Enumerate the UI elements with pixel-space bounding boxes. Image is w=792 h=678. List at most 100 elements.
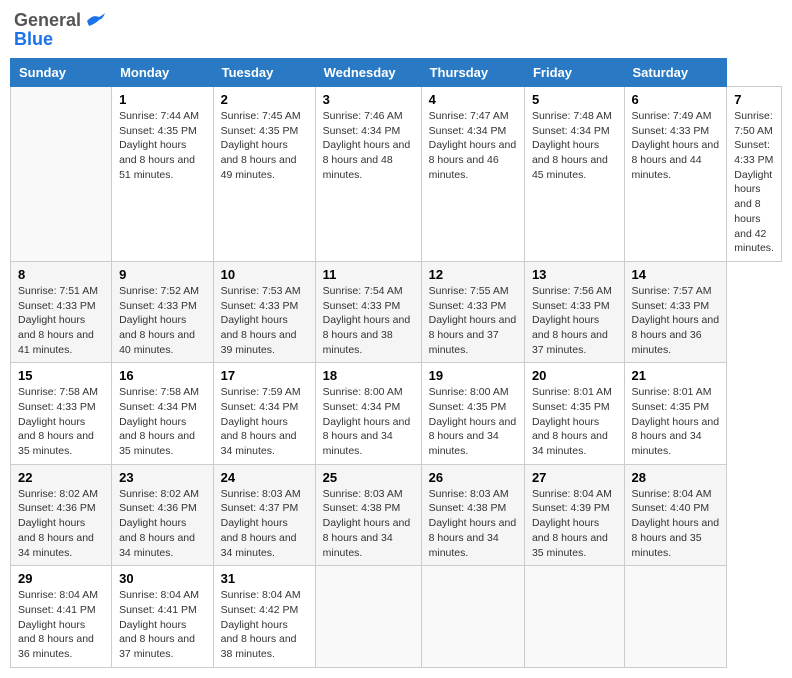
calendar-cell: 26 Sunrise: 8:03 AMSunset: 4:38 PMDaylig… [421,464,524,565]
day-info: Sunrise: 7:53 AMSunset: 4:33 PMDaylight … [221,285,301,356]
calendar-cell: 13 Sunrise: 7:56 AMSunset: 4:33 PMDaylig… [524,261,624,362]
day-info: Sunrise: 7:58 AMSunset: 4:33 PMDaylight … [18,386,98,457]
day-info: Sunrise: 7:47 AMSunset: 4:34 PMDaylight … [429,110,517,181]
day-number: 8 [18,267,104,282]
day-info: Sunrise: 7:56 AMSunset: 4:33 PMDaylight … [532,285,612,356]
calendar-cell: 25 Sunrise: 8:03 AMSunset: 4:38 PMDaylig… [315,464,421,565]
calendar-cell: 1 Sunrise: 7:44 AMSunset: 4:35 PMDayligh… [112,87,214,262]
calendar-week-2: 8 Sunrise: 7:51 AMSunset: 4:33 PMDayligh… [11,261,782,362]
day-info: Sunrise: 7:50 AMSunset: 4:33 PMDaylight … [734,110,774,254]
day-info: Sunrise: 8:01 AMSunset: 4:35 PMDaylight … [532,386,612,457]
weekday-header-monday: Monday [112,59,214,87]
calendar-week-3: 15 Sunrise: 7:58 AMSunset: 4:33 PMDaylig… [11,363,782,464]
day-number: 28 [632,470,720,485]
calendar-cell: 29 Sunrise: 8:04 AMSunset: 4:41 PMDaylig… [11,566,112,667]
weekday-header-friday: Friday [524,59,624,87]
day-number: 5 [532,92,617,107]
day-info: Sunrise: 8:02 AMSunset: 4:36 PMDaylight … [18,488,98,559]
day-number: 22 [18,470,104,485]
day-number: 31 [221,571,308,586]
day-info: Sunrise: 8:00 AMSunset: 4:34 PMDaylight … [323,386,411,457]
calendar-cell: 3 Sunrise: 7:46 AMSunset: 4:34 PMDayligh… [315,87,421,262]
calendar-cell: 23 Sunrise: 8:02 AMSunset: 4:36 PMDaylig… [112,464,214,565]
day-number: 10 [221,267,308,282]
day-number: 3 [323,92,414,107]
logo-general: General [14,10,81,31]
logo-blue: Blue [14,29,53,49]
day-number: 17 [221,368,308,383]
day-number: 30 [119,571,206,586]
calendar-cell: 9 Sunrise: 7:52 AMSunset: 4:33 PMDayligh… [112,261,214,362]
calendar-cell [524,566,624,667]
day-info: Sunrise: 8:04 AMSunset: 4:40 PMDaylight … [632,488,720,559]
weekday-header-sunday: Sunday [11,59,112,87]
calendar-cell: 20 Sunrise: 8:01 AMSunset: 4:35 PMDaylig… [524,363,624,464]
day-info: Sunrise: 7:52 AMSunset: 4:33 PMDaylight … [119,285,199,356]
calendar-cell [315,566,421,667]
calendar-cell: 15 Sunrise: 7:58 AMSunset: 4:33 PMDaylig… [11,363,112,464]
day-number: 7 [734,92,774,107]
calendar-cell: 18 Sunrise: 8:00 AMSunset: 4:34 PMDaylig… [315,363,421,464]
calendar-cell: 11 Sunrise: 7:54 AMSunset: 4:33 PMDaylig… [315,261,421,362]
day-number: 21 [632,368,720,383]
weekday-header-tuesday: Tuesday [213,59,315,87]
day-number: 25 [323,470,414,485]
calendar-cell: 27 Sunrise: 8:04 AMSunset: 4:39 PMDaylig… [524,464,624,565]
calendar-cell: 4 Sunrise: 7:47 AMSunset: 4:34 PMDayligh… [421,87,524,262]
day-number: 27 [532,470,617,485]
weekday-header-thursday: Thursday [421,59,524,87]
day-number: 12 [429,267,517,282]
day-number: 2 [221,92,308,107]
calendar-cell: 12 Sunrise: 7:55 AMSunset: 4:33 PMDaylig… [421,261,524,362]
calendar-cell: 22 Sunrise: 8:02 AMSunset: 4:36 PMDaylig… [11,464,112,565]
day-number: 6 [632,92,720,107]
calendar-cell [11,87,112,262]
day-info: Sunrise: 7:54 AMSunset: 4:33 PMDaylight … [323,285,411,356]
day-info: Sunrise: 8:03 AMSunset: 4:37 PMDaylight … [221,488,301,559]
day-number: 24 [221,470,308,485]
calendar-table: SundayMondayTuesdayWednesdayThursdayFrid… [10,58,782,668]
day-number: 13 [532,267,617,282]
weekday-header-saturday: Saturday [624,59,727,87]
calendar-cell [421,566,524,667]
calendar-cell: 21 Sunrise: 8:01 AMSunset: 4:35 PMDaylig… [624,363,727,464]
day-info: Sunrise: 7:57 AMSunset: 4:33 PMDaylight … [632,285,720,356]
day-info: Sunrise: 8:01 AMSunset: 4:35 PMDaylight … [632,386,720,457]
calendar-cell [624,566,727,667]
day-info: Sunrise: 7:59 AMSunset: 4:34 PMDaylight … [221,386,301,457]
day-info: Sunrise: 7:58 AMSunset: 4:34 PMDaylight … [119,386,199,457]
day-number: 15 [18,368,104,383]
calendar-cell: 8 Sunrise: 7:51 AMSunset: 4:33 PMDayligh… [11,261,112,362]
calendar-cell: 28 Sunrise: 8:04 AMSunset: 4:40 PMDaylig… [624,464,727,565]
day-info: Sunrise: 8:04 AMSunset: 4:42 PMDaylight … [221,589,301,660]
logo: General Blue [14,10,107,50]
day-info: Sunrise: 7:48 AMSunset: 4:34 PMDaylight … [532,110,612,181]
page-header: General Blue [10,10,782,50]
calendar-cell: 24 Sunrise: 8:03 AMSunset: 4:37 PMDaylig… [213,464,315,565]
day-info: Sunrise: 8:04 AMSunset: 4:41 PMDaylight … [119,589,199,660]
calendar-cell: 31 Sunrise: 8:04 AMSunset: 4:42 PMDaylig… [213,566,315,667]
day-number: 23 [119,470,206,485]
calendar-cell: 19 Sunrise: 8:00 AMSunset: 4:35 PMDaylig… [421,363,524,464]
calendar-cell: 16 Sunrise: 7:58 AMSunset: 4:34 PMDaylig… [112,363,214,464]
calendar-week-5: 29 Sunrise: 8:04 AMSunset: 4:41 PMDaylig… [11,566,782,667]
day-number: 4 [429,92,517,107]
calendar-body: 1 Sunrise: 7:44 AMSunset: 4:35 PMDayligh… [11,87,782,668]
day-number: 18 [323,368,414,383]
day-number: 11 [323,267,414,282]
day-info: Sunrise: 8:04 AMSunset: 4:39 PMDaylight … [532,488,612,559]
calendar-cell: 17 Sunrise: 7:59 AMSunset: 4:34 PMDaylig… [213,363,315,464]
day-info: Sunrise: 7:51 AMSunset: 4:33 PMDaylight … [18,285,98,356]
day-number: 1 [119,92,206,107]
calendar-header-row: SundayMondayTuesdayWednesdayThursdayFrid… [11,59,782,87]
day-number: 19 [429,368,517,383]
day-info: Sunrise: 7:49 AMSunset: 4:33 PMDaylight … [632,110,720,181]
day-number: 29 [18,571,104,586]
calendar-cell: 10 Sunrise: 7:53 AMSunset: 4:33 PMDaylig… [213,261,315,362]
day-number: 9 [119,267,206,282]
calendar-cell: 5 Sunrise: 7:48 AMSunset: 4:34 PMDayligh… [524,87,624,262]
calendar-week-1: 1 Sunrise: 7:44 AMSunset: 4:35 PMDayligh… [11,87,782,262]
day-info: Sunrise: 7:46 AMSunset: 4:34 PMDaylight … [323,110,411,181]
day-info: Sunrise: 8:03 AMSunset: 4:38 PMDaylight … [429,488,517,559]
day-number: 16 [119,368,206,383]
